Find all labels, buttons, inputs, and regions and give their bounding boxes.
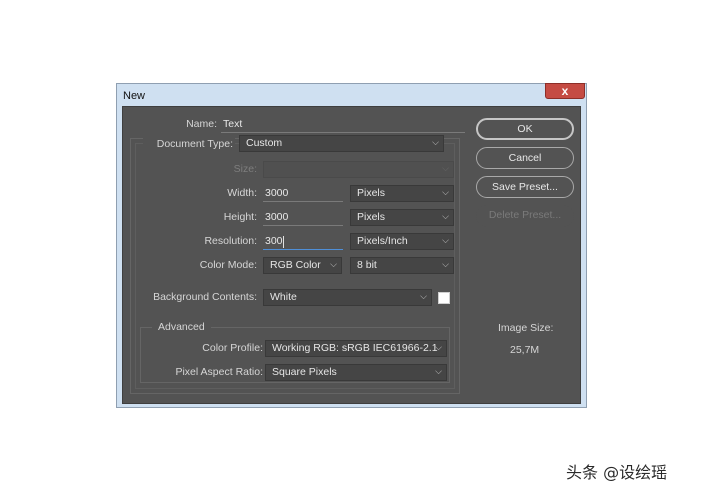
bit-depth-select[interactable]: 8 bit ⌵	[350, 257, 454, 274]
cancel-button-label: Cancel	[508, 152, 542, 164]
dialog-client-area: Name: Text Document Type: Custom ⌵ Size:…	[122, 106, 581, 404]
chevron-down-icon: ⌵	[435, 366, 442, 376]
chevron-down-icon: ⌵	[435, 342, 442, 352]
pixel-aspect-ratio-value: Square Pixels	[272, 366, 337, 378]
document-type-select[interactable]: Custom ⌵	[239, 135, 444, 152]
advanced-label: Advanced	[152, 321, 211, 333]
delete-preset-button-label: Delete Preset...	[488, 209, 562, 221]
width-unit-value: Pixels	[357, 187, 386, 199]
chevron-down-icon: ⌵	[420, 291, 427, 301]
ok-button-label: OK	[517, 123, 533, 135]
chevron-down-icon: ⌵	[432, 137, 439, 147]
chevron-down-icon: ⌵	[330, 259, 337, 269]
width-label: Width:	[227, 187, 257, 199]
color-mode-label: Color Mode:	[199, 259, 257, 271]
ok-button[interactable]: OK	[476, 118, 574, 140]
color-profile-value: Working RGB: sRGB IEC61966-2.1	[272, 342, 438, 354]
name-label: Name:	[186, 118, 217, 130]
name-field[interactable]: Text	[223, 118, 242, 130]
width-field-underline	[263, 201, 343, 202]
background-color-swatch[interactable]	[438, 292, 450, 304]
height-label: Height:	[223, 211, 257, 223]
height-field-underline	[263, 225, 343, 226]
chevron-down-icon: ⌵	[442, 259, 449, 269]
cancel-button[interactable]: Cancel	[476, 147, 574, 169]
watermark-text: 头条 @设绘瑶	[566, 463, 668, 482]
resolution-unit-value: Pixels/Inch	[357, 235, 408, 247]
bit-depth-value: 8 bit	[357, 259, 377, 271]
pixel-aspect-ratio-select[interactable]: Square Pixels ⌵	[265, 364, 447, 381]
height-field[interactable]: 3000	[265, 211, 288, 223]
resolution-field[interactable]: 300	[265, 235, 283, 247]
height-unit-select[interactable]: Pixels ⌵	[350, 209, 454, 226]
color-mode-select[interactable]: RGB Color ⌵	[263, 257, 342, 274]
size-label: Size:	[233, 163, 257, 175]
document-type-label: Document Type:	[143, 138, 235, 150]
color-mode-value: RGB Color	[270, 259, 321, 271]
resolution-field-focus-underline	[263, 249, 343, 250]
chevron-down-icon: ⌵	[442, 211, 449, 221]
chevron-down-icon: ⌵	[442, 187, 449, 197]
color-profile-select[interactable]: Working RGB: sRGB IEC61966-2.1 ⌵	[265, 340, 447, 357]
text-caret	[283, 236, 284, 248]
save-preset-button-label: Save Preset...	[492, 181, 558, 193]
color-profile-label: Color Profile:	[202, 342, 263, 354]
resolution-label: Resolution:	[204, 235, 257, 247]
close-button[interactable]: x	[545, 83, 585, 99]
pixel-aspect-ratio-label: Pixel Aspect Ratio:	[175, 366, 263, 378]
chevron-down-icon: ⌵	[442, 163, 449, 173]
background-contents-label: Background Contents:	[153, 291, 257, 303]
image-size-value: 25,7M	[510, 344, 540, 356]
document-type-value: Custom	[246, 137, 283, 149]
dialog-title: New	[123, 90, 146, 102]
new-document-dialog: New x Name: Text Document Type: Custom ⌵…	[116, 83, 587, 408]
save-preset-button[interactable]: Save Preset...	[476, 176, 574, 198]
delete-preset-button: Delete Preset...	[476, 205, 574, 227]
size-select: ⌵	[263, 161, 454, 178]
width-field[interactable]: 3000	[265, 187, 288, 199]
resolution-unit-select[interactable]: Pixels/Inch ⌵	[350, 233, 454, 250]
name-field-underline	[221, 132, 465, 133]
width-unit-select[interactable]: Pixels ⌵	[350, 185, 454, 202]
chevron-down-icon: ⌵	[442, 235, 449, 245]
image-size-label: Image Size:	[498, 322, 554, 334]
close-icon: x	[561, 84, 569, 98]
background-contents-select[interactable]: White ⌵	[263, 289, 432, 306]
height-unit-value: Pixels	[357, 211, 386, 223]
background-contents-value: White	[270, 291, 297, 303]
